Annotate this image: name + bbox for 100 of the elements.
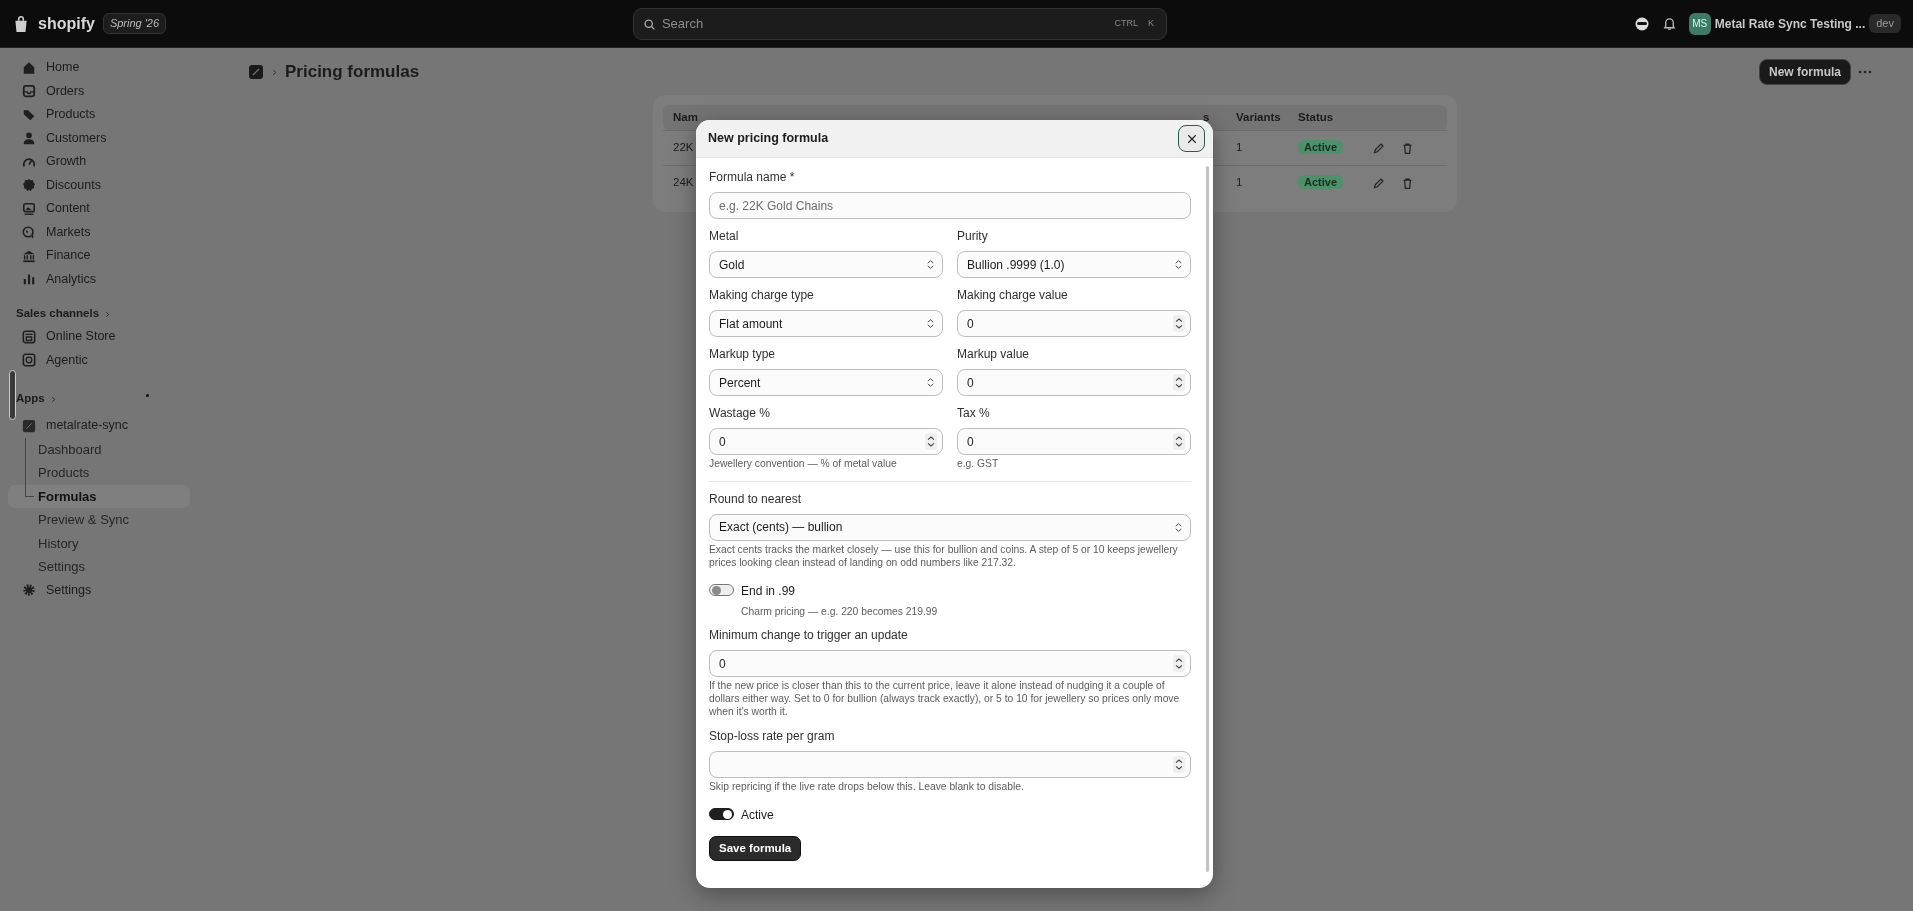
nav-item[interactable]: Analytics (8, 267, 190, 291)
field-label: Wastage % (709, 405, 771, 422)
app-icon[interactable] (248, 64, 264, 80)
select-field[interactable]: Exact (cents) — bullion (709, 513, 1191, 541)
nav-item[interactable]: Discounts (8, 173, 190, 197)
chevron-updown-icon (1173, 520, 1184, 534)
chevron-updown-icon (1173, 258, 1184, 271)
chevron-updown-icon (925, 376, 936, 389)
store-icon (22, 329, 36, 344)
trash-icon[interactable] (1401, 141, 1414, 155)
bank-icon (22, 248, 36, 263)
number-field[interactable]: 0 (957, 428, 1191, 455)
chevron-icon (103, 309, 113, 319)
number-field[interactable] (709, 751, 1191, 778)
chevron-icon (270, 67, 279, 77)
text-field[interactable]: e.g. 22K Gold Chains (709, 192, 1191, 219)
stepper-icon[interactable] (925, 433, 937, 450)
store-avatar[interactable]: MS (1688, 12, 1711, 35)
select-field[interactable]: Bullion .9999 (1.0) (957, 251, 1191, 278)
bar-chart-icon (22, 272, 36, 287)
tag-icon (22, 107, 36, 122)
sub-nav-item[interactable]: Formulas (8, 484, 190, 508)
save-button[interactable]: Save formula (709, 835, 802, 862)
bell-icon[interactable] (1661, 16, 1677, 31)
select-field[interactable]: Percent (709, 369, 943, 396)
stepper-icon[interactable] (1173, 655, 1185, 673)
edition-badge: Spring '26 (102, 13, 167, 34)
environment-badge: dev (1869, 14, 1901, 33)
sub-nav-item[interactable]: Settings (8, 555, 190, 579)
shortcut-key: K (1144, 16, 1157, 30)
trash-icon[interactable] (1401, 176, 1414, 190)
stepper-icon[interactable] (1173, 433, 1185, 450)
person-icon (22, 131, 36, 146)
number-field[interactable]: 0 (709, 650, 1191, 678)
search-icon (642, 17, 656, 31)
number-field[interactable]: 0 (957, 369, 1191, 396)
sub-nav-item[interactable]: History (8, 531, 190, 555)
field-label: Tax % (957, 405, 991, 422)
status-badge: Active (1298, 175, 1344, 190)
select-field[interactable]: Gold (709, 251, 943, 278)
column-header: s (1203, 110, 1210, 123)
close-button[interactable] (1178, 125, 1205, 152)
nav-item[interactable]: Customers (8, 126, 190, 150)
toggle-switch[interactable] (709, 583, 734, 596)
section-heading[interactable]: Apps (16, 390, 45, 408)
store-name[interactable]: Metal Rate Sync Testing ... (1714, 14, 1866, 33)
home-icon (22, 60, 36, 75)
stepper-icon[interactable] (1173, 756, 1185, 773)
image-icon (22, 201, 36, 216)
nav-item[interactable]: Products (8, 103, 190, 127)
nav-item[interactable]: Orders (8, 79, 190, 103)
stepper-icon[interactable] (1173, 315, 1185, 332)
number-field[interactable]: 0 (957, 310, 1191, 337)
close-icon (1185, 132, 1198, 145)
scrollbar[interactable] (9, 370, 16, 420)
gear-icon (22, 583, 36, 598)
field-label: Markup type (709, 346, 777, 363)
pencil-icon[interactable] (1372, 176, 1385, 190)
nav-item[interactable]: Online Store (8, 325, 190, 349)
shortcut-key: CTRL (1111, 16, 1141, 30)
help-text: e.g. GST (957, 458, 1000, 471)
field-label: Making charge value (957, 287, 1069, 304)
help-text: If the new price is closer than this to the current price, leave it alone instead of nudging it a couple of dollars either way. Set to 0 for bullion (always track exactly), or 5 to 10 for jewellery so prices only move when it's worth it. (709, 680, 1181, 719)
pencil-icon[interactable] (1372, 141, 1385, 155)
help-text: Jewellery convention — % of metal value (709, 458, 898, 471)
select-field[interactable]: Flat amount (709, 310, 943, 337)
dot-icon (146, 394, 149, 397)
section-heading[interactable]: Sales channels (16, 305, 100, 323)
nav-item[interactable]: Finance (8, 244, 190, 268)
stepper-icon[interactable] (1173, 374, 1185, 391)
nav-item[interactable]: Home (8, 56, 190, 80)
nav-item[interactable]: Markets (8, 220, 190, 244)
nav-item[interactable]: Agentic (8, 348, 190, 372)
number-field[interactable]: 0 (709, 428, 943, 455)
globe-icon (22, 225, 36, 240)
table-cell: 22K (673, 141, 694, 154)
table-cell: 1 (1236, 141, 1243, 154)
nav-item[interactable]: Content (8, 197, 190, 221)
sub-nav-item[interactable]: Dashboard (8, 437, 190, 461)
nav-item[interactable]: Settings (8, 578, 190, 602)
sub-nav-item[interactable]: Products (8, 461, 190, 485)
scrollbar[interactable] (1206, 166, 1209, 872)
page-title: Pricing formulas (285, 61, 420, 83)
badge-icon (22, 178, 36, 193)
nav-item[interactable]: Growth (8, 150, 190, 174)
status-badge: Active (1298, 140, 1344, 155)
nav-item[interactable]: metalrate-sync (8, 414, 190, 438)
new-formula-button[interactable]: New formula (1759, 59, 1851, 85)
field-label: Minimum change to trigger an update (709, 627, 909, 645)
toggle-switch[interactable] (709, 807, 734, 820)
field-label: Metal (709, 228, 740, 245)
chevron-updown-icon (925, 258, 936, 271)
column-header: Status (1298, 110, 1334, 123)
chevron-updown-icon (925, 317, 936, 330)
field-label: Round to nearest (709, 490, 803, 508)
field-label: Making charge type (709, 287, 815, 304)
field-label: Markup value (957, 346, 1031, 363)
logo-text: shopify (38, 13, 95, 34)
sub-nav-item[interactable]: Preview & Sync (8, 508, 190, 532)
column-header: Nam (673, 110, 698, 123)
